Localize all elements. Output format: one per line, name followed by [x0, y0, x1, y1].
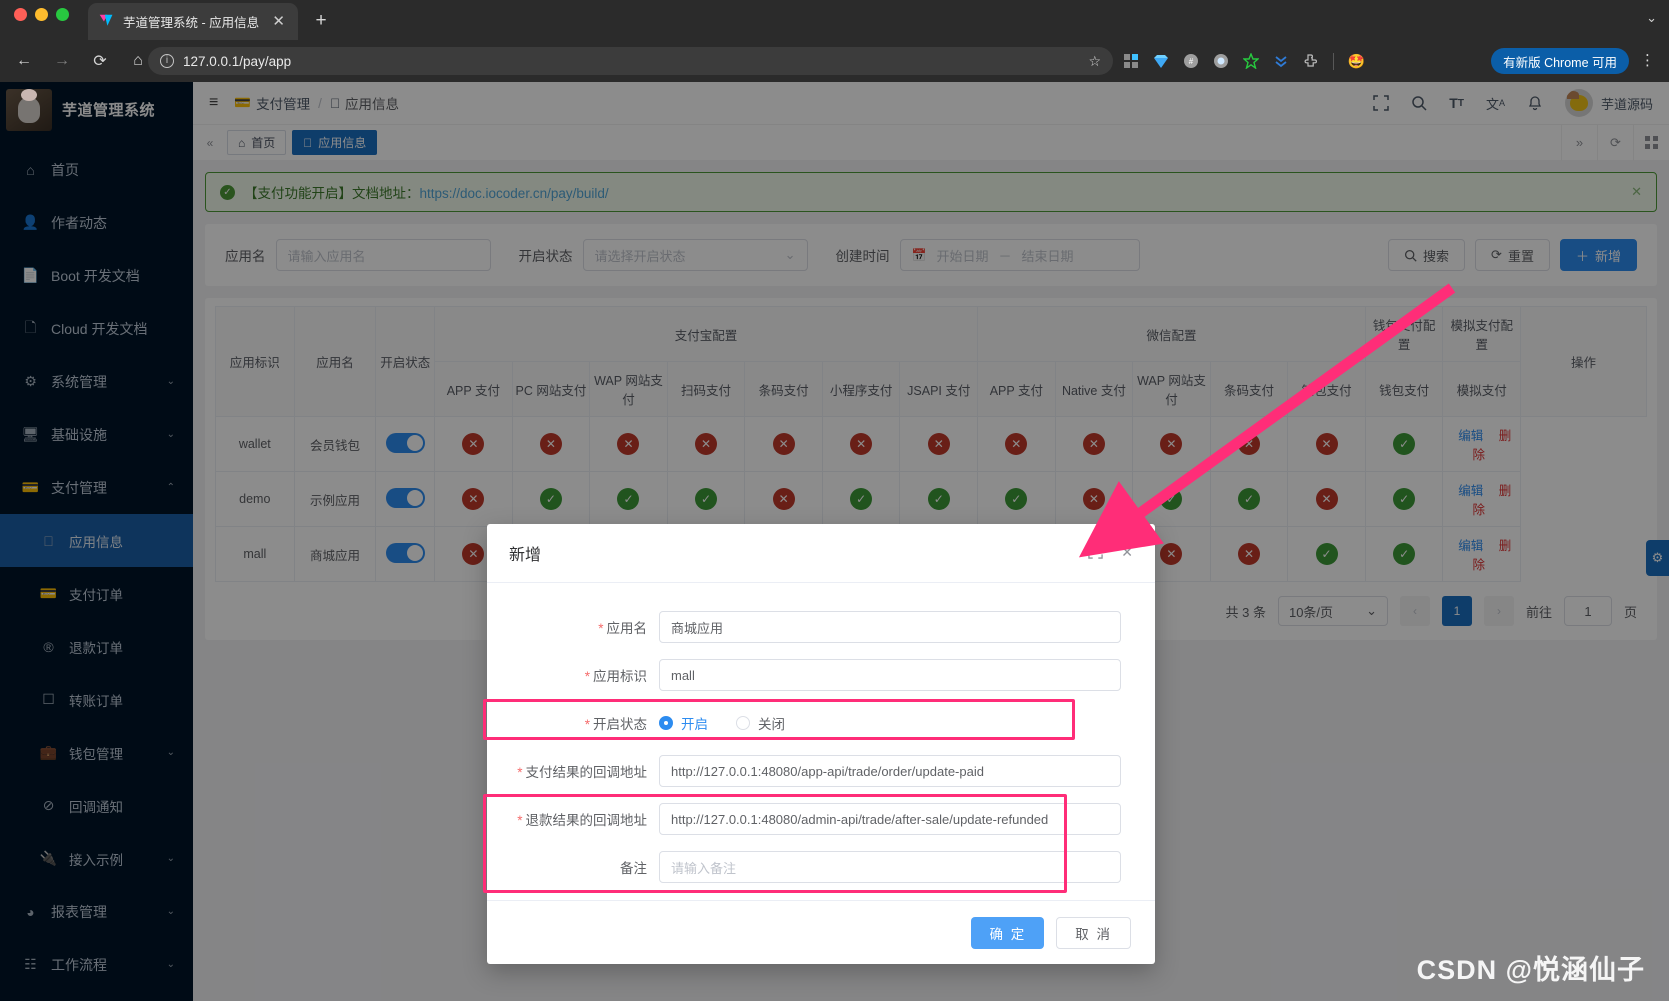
confirm-button[interactable]: 确 定 — [971, 917, 1044, 949]
label-text: 退款结果的回调地址 — [526, 813, 648, 828]
required-asterisk: * — [517, 765, 522, 780]
close-icon[interactable]: ✕ — [269, 14, 288, 29]
close-window-button[interactable] — [14, 8, 27, 21]
maximize-window-button[interactable] — [56, 8, 69, 21]
back-icon[interactable]: ← — [10, 47, 38, 75]
browser-menu-icon[interactable]: ⋮ — [1640, 49, 1655, 73]
forward-icon[interactable]: → — [48, 47, 76, 75]
close-icon[interactable]: ✕ — [1121, 544, 1133, 562]
radio-disabled-label: 关闭 — [758, 713, 785, 733]
cancel-button[interactable]: 取 消 — [1056, 917, 1131, 949]
app-name-label: * 应用名 — [499, 617, 659, 637]
modal-body: *应用名 商城应用 *应用标识 mall *开启状态 — [487, 582, 1155, 895]
app-name-input[interactable]: 商城应用 — [659, 611, 1121, 643]
required-asterisk: * — [598, 621, 603, 636]
divider — [1333, 53, 1334, 70]
circle-icon[interactable]: # — [1180, 51, 1201, 72]
modal-title: 新增 — [509, 541, 541, 565]
puzzle-grid-icon[interactable] — [1120, 51, 1141, 72]
chrome-update-button[interactable]: 有新版 Chrome 可用 — [1491, 48, 1629, 74]
new-tab-button[interactable]: + — [308, 8, 334, 34]
modal-header-actions: ✕ — [1088, 544, 1133, 562]
radio-dot-icon — [659, 716, 673, 730]
status-radio-group: 开启 关闭 — [659, 713, 785, 733]
remark-label: 备注 — [499, 857, 659, 877]
modal-header: 新增 ✕ — [487, 524, 1155, 582]
label-text: 备注 — [620, 861, 647, 876]
radio-dot-icon — [736, 716, 750, 730]
refund-notify-label: * 退款结果的回调地址 — [499, 809, 659, 829]
refund-notify-input[interactable]: http://127.0.0.1:48080/admin-api/trade/a… — [659, 803, 1121, 835]
field-app-name: * 应用名 商城应用 — [499, 603, 1143, 651]
remark-input[interactable]: 请输入备注 — [659, 851, 1121, 883]
browser-toolbar: ← → ⟳ ⌂ i 127.0.0.1/pay/app ☆ # — [0, 40, 1669, 82]
app-code-input[interactable]: mall — [659, 659, 1121, 691]
star-green-icon[interactable] — [1240, 51, 1261, 72]
svg-text:#: # — [1188, 57, 1193, 66]
required-asterisk: * — [517, 813, 522, 828]
minimize-window-button[interactable] — [35, 8, 48, 21]
field-status: *开启状态 开启 关闭 — [499, 699, 1143, 747]
watermark: CSDN @悦涵仙子 — [1417, 948, 1645, 987]
reload-icon[interactable]: ⟳ — [86, 47, 114, 75]
app-code-label: *应用标识 — [499, 665, 659, 685]
radio-enabled-label: 开启 — [681, 713, 708, 733]
radio-disabled[interactable]: 关闭 — [736, 713, 785, 733]
label-text: 开启状态 — [593, 717, 647, 732]
dot-icon[interactable] — [1210, 51, 1231, 72]
url-text: 127.0.0.1/pay/app — [183, 54, 1079, 69]
tab-strip: 芋道管理系统 - 应用信息 ✕ + ⌄ — [0, 0, 1669, 40]
required-asterisk: * — [585, 717, 590, 732]
pay-notify-input[interactable]: http://127.0.0.1:48080/app-api/trade/ord… — [659, 755, 1121, 787]
extensions-row: # 🤩 — [1120, 47, 1367, 75]
add-app-modal: 新增 ✕ *应用名 商城应用 *应用标识 — [487, 524, 1155, 964]
radio-enabled[interactable]: 开启 — [659, 713, 708, 733]
browser-tab[interactable]: 芋道管理系统 - 应用信息 ✕ — [88, 3, 298, 40]
site-info-icon[interactable]: i — [160, 54, 174, 68]
profile-avatar-icon[interactable]: 🤩 — [1346, 51, 1367, 72]
status-label: *开启状态 — [499, 713, 659, 733]
field-app-code: *应用标识 mall — [499, 651, 1143, 699]
label-text: 应用名 — [607, 621, 648, 636]
field-refund-notify: * 退款结果的回调地址 http://127.0.0.1:48080/admin-… — [499, 795, 1143, 843]
modal-footer: 确 定 取 消 — [487, 900, 1155, 964]
window-traffic-lights[interactable] — [14, 8, 69, 21]
label-text: 支付结果的回调地址 — [526, 765, 648, 780]
pay-notify-label: * 支付结果的回调地址 — [499, 761, 659, 781]
favicon-icon — [98, 13, 115, 30]
address-bar[interactable]: i 127.0.0.1/pay/app ☆ — [148, 47, 1113, 75]
label-text: 应用标识 — [593, 669, 647, 684]
fullscreen-icon[interactable] — [1088, 544, 1103, 562]
field-pay-notify: * 支付结果的回调地址 http://127.0.0.1:48080/app-ap… — [499, 747, 1143, 795]
chevron-down-icon[interactable]: ⌄ — [1646, 10, 1657, 26]
field-remark: 备注 请输入备注 — [499, 843, 1143, 891]
browser-chrome: 芋道管理系统 - 应用信息 ✕ + ⌄ ← → ⟳ ⌂ i 127.0.0.1/… — [0, 0, 1669, 82]
diamond-icon[interactable] — [1150, 51, 1171, 72]
chevrons-down-icon[interactable] — [1270, 51, 1291, 72]
extension-puzzle-icon[interactable] — [1300, 51, 1321, 72]
bookmark-star-icon[interactable]: ☆ — [1088, 53, 1101, 70]
required-asterisk: * — [585, 669, 590, 684]
tab-title: 芋道管理系统 - 应用信息 — [123, 12, 261, 31]
app-page: 芋道管理系统 ⌂ 首页 👤 作者动态 📄 Boot 开发文档 🗋 Clo — [0, 82, 1669, 1001]
